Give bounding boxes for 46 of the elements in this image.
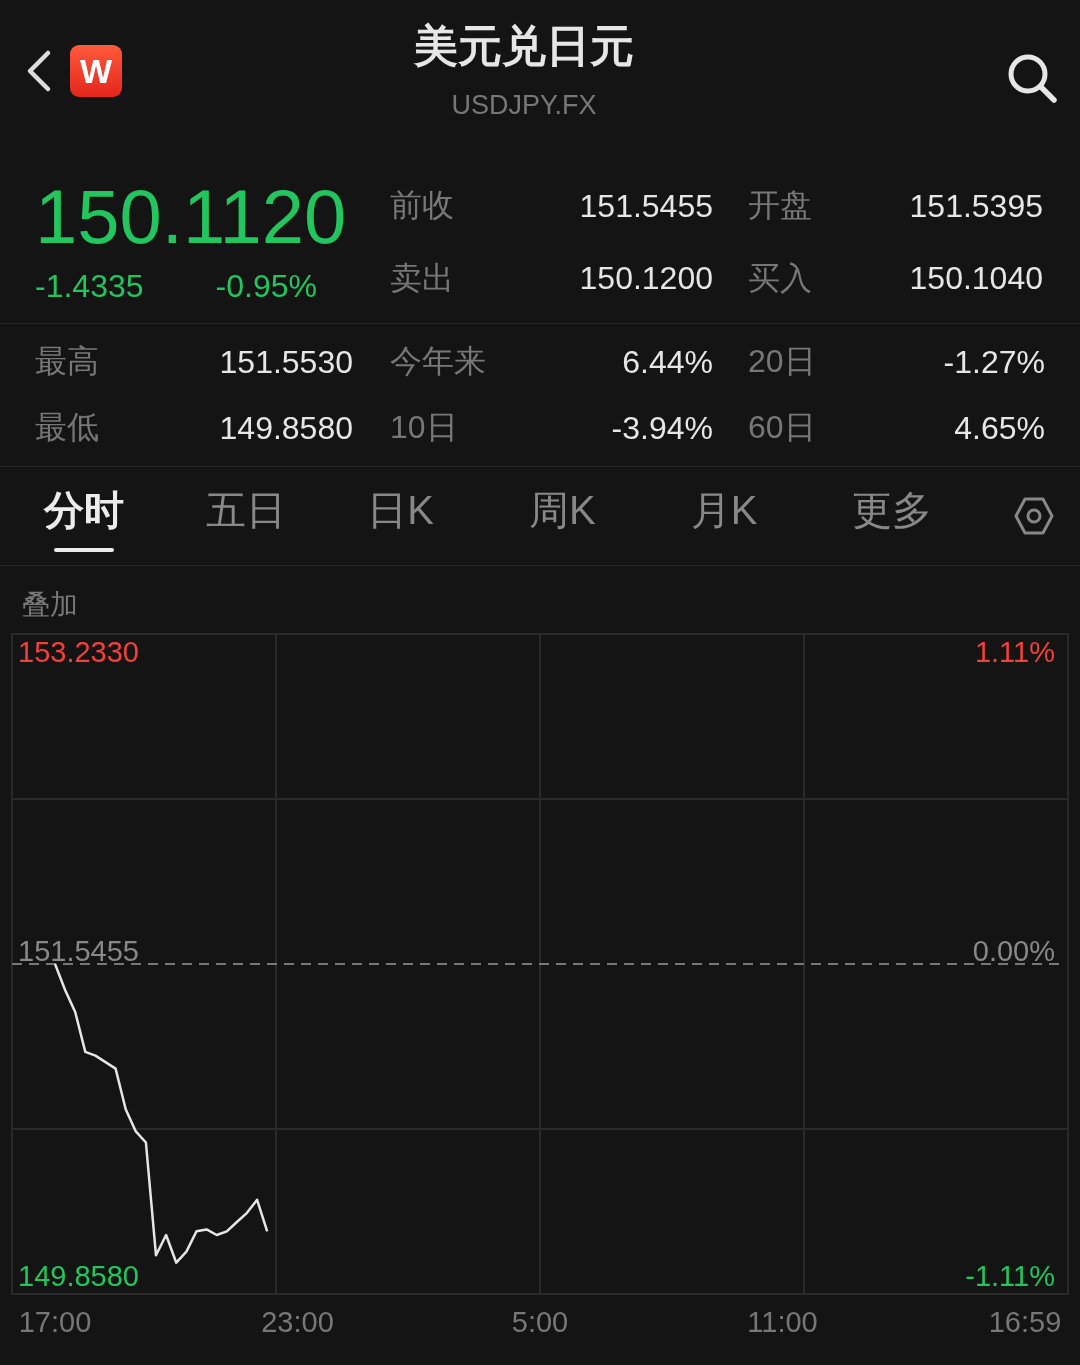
time-label: 23:00 bbox=[261, 1306, 334, 1338]
chart-tab[interactable]: 月K bbox=[690, 470, 758, 562]
overlay-label[interactable]: 叠加 bbox=[0, 566, 1080, 632]
chart-tab[interactable]: 日K bbox=[367, 470, 435, 562]
stat-label: 最高 bbox=[35, 342, 99, 381]
settings-icon[interactable] bbox=[1014, 496, 1055, 536]
page-title: 美元兑日元 bbox=[414, 20, 634, 72]
axis-label: -1.11% bbox=[965, 1260, 1055, 1292]
search-icon[interactable] bbox=[1006, 52, 1058, 104]
chart-tab[interactable]: 五日 bbox=[205, 470, 286, 562]
axis-label: 1.11% bbox=[974, 636, 1055, 668]
chart-tab[interactable]: 分时 bbox=[44, 470, 124, 562]
stat-label: 今年来 bbox=[390, 342, 486, 381]
stat-value: -3.94% bbox=[611, 409, 713, 447]
stat-label: 10日 bbox=[390, 408, 458, 447]
time-label: 11:00 bbox=[747, 1306, 818, 1338]
chart-tab[interactable]: 更多 bbox=[852, 470, 933, 562]
field-value: 150.1040 bbox=[909, 260, 1043, 298]
stat-value: 6.44% bbox=[622, 343, 713, 381]
stat-label: 60日 bbox=[748, 408, 816, 447]
chart-tab[interactable]: 周K bbox=[529, 470, 596, 562]
stat-value: 151.5530 bbox=[219, 343, 353, 381]
field-label: 开盘 bbox=[748, 186, 812, 226]
field-label: 买入 bbox=[748, 258, 812, 298]
time-label: 17:00 bbox=[18, 1306, 92, 1338]
field-label: 前收 bbox=[390, 186, 454, 226]
last-price: 150.1120 bbox=[35, 180, 348, 254]
field-value: 150.1200 bbox=[579, 260, 713, 298]
axis-label: 0.00% bbox=[972, 935, 1055, 967]
field-value: 151.5395 bbox=[909, 187, 1043, 225]
axis-label: 151.5455 bbox=[18, 935, 139, 967]
app-logo: W bbox=[70, 45, 122, 97]
stat-label: 最低 bbox=[35, 408, 99, 447]
field-value: 151.5455 bbox=[579, 187, 713, 225]
stat-value: 4.65% bbox=[954, 409, 1045, 447]
stat-label: 20日 bbox=[748, 342, 816, 381]
percent-change: -0.95% bbox=[215, 268, 317, 305]
axis-label: 149.8580 bbox=[18, 1260, 139, 1292]
price-change: -1.4335 bbox=[35, 268, 144, 305]
stat-value: 149.8580 bbox=[219, 409, 353, 447]
stat-value: -1.27% bbox=[943, 343, 1045, 381]
symbol-code: USDJPY.FX bbox=[451, 90, 597, 121]
field-label: 卖出 bbox=[390, 258, 454, 298]
time-label: 5:00 bbox=[511, 1306, 569, 1338]
axis-label: 153.2330 bbox=[18, 636, 139, 668]
time-label: 16:59 bbox=[988, 1306, 1062, 1338]
